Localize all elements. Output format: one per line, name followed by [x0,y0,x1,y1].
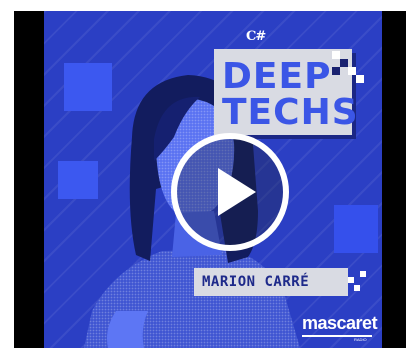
pixel-decor [332,51,340,59]
series-logo: C# [246,29,266,44]
brand-subtitle: RADIO [354,337,367,342]
guest-name: MARION CARRÉ [202,274,310,290]
pixel-decor [360,271,366,277]
play-button[interactable] [168,130,292,254]
pixel-decor [354,285,360,291]
pixel-decor [348,277,354,283]
podcast-title-line2: TECHS [222,92,359,133]
pixel-decor [332,67,340,75]
pixel-decor [356,75,364,83]
video-player[interactable]: C# DEEP TECHS MARION CARRÉ mascaret RADI… [14,11,406,348]
brand-logo: mascaret [302,313,378,333]
pixel-decor [340,59,348,67]
podcast-title-line1: DEEP [222,56,332,97]
pixel-decor [348,67,356,75]
